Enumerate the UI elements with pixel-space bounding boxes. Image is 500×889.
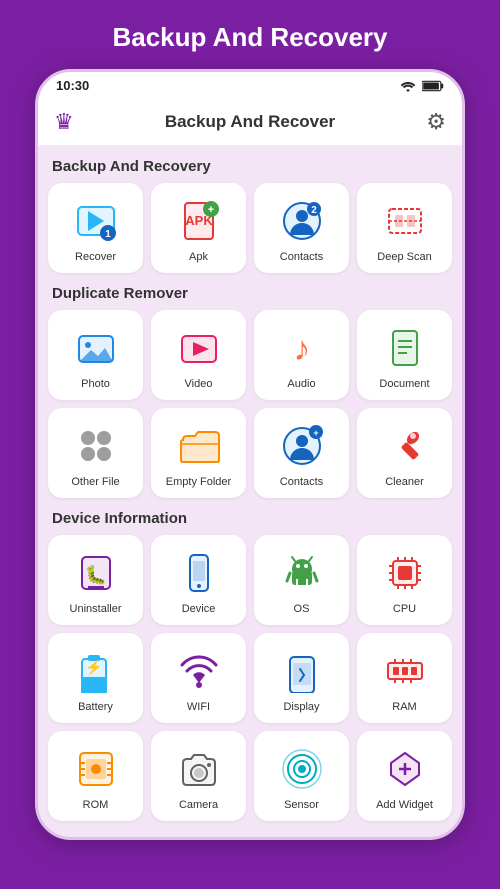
device-icon	[177, 551, 221, 595]
apk-item[interactable]: APK + Apk	[151, 183, 246, 273]
rom-icon	[74, 747, 118, 791]
otherfile-item[interactable]: Other File	[48, 408, 143, 498]
battery-status-icon	[422, 80, 444, 92]
cleaner-icon	[383, 424, 427, 468]
device-label: Device	[182, 603, 216, 615]
audio-item[interactable]: ♪ Audio	[254, 310, 349, 400]
section-duplicate-label: Duplicate Remover	[48, 273, 452, 310]
sensor-item[interactable]: Sensor	[254, 731, 349, 821]
svg-text:⚡: ⚡	[85, 659, 102, 676]
photo-icon	[74, 326, 118, 370]
svg-text:2: 2	[311, 205, 317, 216]
section-backup-label: Backup And Recovery	[48, 146, 452, 183]
document-item[interactable]: Document	[357, 310, 452, 400]
recover-item[interactable]: 1 Recover	[48, 183, 143, 273]
apk-label: Apk	[189, 251, 208, 263]
deepscan-icon	[383, 199, 427, 243]
wifi-item[interactable]: WIFI	[151, 633, 246, 723]
addwidget-icon	[383, 747, 427, 791]
emptyfolder-label: Empty Folder	[166, 476, 231, 488]
otherfile-icon	[74, 424, 118, 468]
contactsdup-item[interactable]: + Contacts	[254, 408, 349, 498]
os-icon	[280, 551, 324, 595]
device-item[interactable]: Device	[151, 535, 246, 625]
photo-label: Photo	[81, 378, 110, 390]
ram-label: RAM	[392, 701, 416, 713]
video-label: Video	[185, 378, 213, 390]
svg-text:♪: ♪	[293, 330, 310, 368]
svg-text:🐛: 🐛	[84, 564, 106, 585]
display-item[interactable]: Display	[254, 633, 349, 723]
status-bar: 10:30	[38, 72, 462, 99]
settings-icon[interactable]: ⚙	[426, 109, 446, 135]
cpu-icon	[383, 551, 427, 595]
contactsdup-icon: +	[280, 424, 324, 468]
content: Backup And Recovery 1 Recover	[38, 146, 462, 837]
display-label: Display	[283, 701, 319, 713]
contacts-backup-icon: 2	[280, 199, 324, 243]
battery-label: Battery	[78, 701, 113, 713]
uninstaller-item[interactable]: 🐛 Uninstaller	[48, 535, 143, 625]
grid-duplicate: Photo Video ♪	[48, 310, 452, 498]
apk-icon: APK +	[177, 199, 221, 243]
video-item[interactable]: Video	[151, 310, 246, 400]
uninstaller-label: Uninstaller	[70, 603, 122, 615]
top-bar-title: Backup And Recover	[165, 112, 335, 132]
status-icons	[400, 80, 444, 92]
recover-label: Recover	[75, 251, 116, 263]
svg-text:+: +	[207, 204, 213, 216]
cpu-item[interactable]: CPU	[357, 535, 452, 625]
otherfile-label: Other File	[71, 476, 119, 488]
photo-item[interactable]: Photo	[48, 310, 143, 400]
contactsdup-label: Contacts	[280, 476, 323, 488]
crown-icon: ♛	[54, 109, 74, 135]
camera-label: Camera	[179, 799, 218, 811]
recover-icon: 1	[74, 199, 118, 243]
camera-item[interactable]: Camera	[151, 731, 246, 821]
emptyfolder-item[interactable]: Empty Folder	[151, 408, 246, 498]
wifi-label: WIFI	[187, 701, 210, 713]
sensor-icon	[280, 747, 324, 791]
audio-label: Audio	[287, 378, 315, 390]
audio-icon: ♪	[280, 326, 324, 370]
display-icon	[280, 649, 324, 693]
rom-item[interactable]: ROM	[48, 731, 143, 821]
document-icon	[383, 326, 427, 370]
video-icon	[177, 326, 221, 370]
camera-icon	[177, 747, 221, 791]
grid-device: 🐛 Uninstaller Device	[48, 535, 452, 821]
os-item[interactable]: OS	[254, 535, 349, 625]
section-device-label: Device Information	[48, 498, 452, 535]
contacts-backup-label: Contacts	[280, 251, 323, 263]
ram-icon	[383, 649, 427, 693]
deepscan-label: Deep Scan	[377, 251, 431, 263]
addwidget-item[interactable]: Add Widget	[357, 731, 452, 821]
os-label: OS	[294, 603, 310, 615]
cleaner-item[interactable]: Cleaner	[357, 408, 452, 498]
wifi-status-icon	[400, 80, 416, 92]
battery-icon: ⚡	[74, 649, 118, 693]
phone-frame: 10:30 ♛ Backup And Recover ⚙ Backup And …	[35, 69, 465, 840]
grid-backup: 1 Recover APK + Apk	[48, 183, 452, 273]
contacts-backup-item[interactable]: 2 Contacts	[254, 183, 349, 273]
sensor-label: Sensor	[284, 799, 319, 811]
rom-label: ROM	[83, 799, 109, 811]
emptyfolder-icon	[177, 424, 221, 468]
svg-text:1: 1	[105, 229, 111, 240]
page-title: Backup And Recovery	[92, 0, 407, 69]
uninstaller-icon: 🐛	[74, 551, 118, 595]
cpu-label: CPU	[393, 603, 416, 615]
addwidget-label: Add Widget	[376, 799, 433, 811]
deepscan-item[interactable]: Deep Scan	[357, 183, 452, 273]
ram-item[interactable]: RAM	[357, 633, 452, 723]
status-time: 10:30	[56, 78, 89, 93]
svg-text:+: +	[313, 428, 318, 438]
battery-item[interactable]: ⚡ Battery	[48, 633, 143, 723]
document-label: Document	[379, 378, 429, 390]
wifi-icon	[177, 649, 221, 693]
cleaner-label: Cleaner	[385, 476, 424, 488]
top-bar: ♛ Backup And Recover ⚙	[38, 99, 462, 146]
